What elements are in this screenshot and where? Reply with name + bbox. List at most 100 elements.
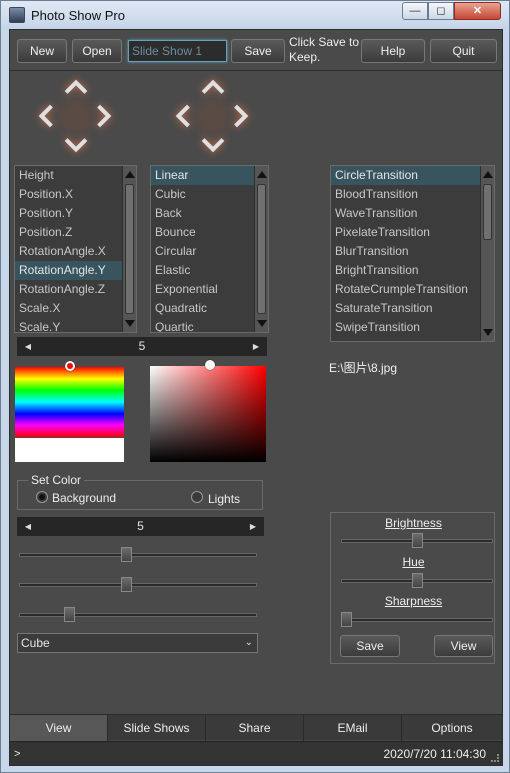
scroll-up-icon[interactable] xyxy=(125,171,135,178)
transition-item[interactable]: BloodTransition xyxy=(331,185,494,204)
toolbar-divider xyxy=(10,70,502,71)
app-window: Photo Show Pro — ◻ ✕ New Open Save Click… xyxy=(0,0,510,773)
background-radio-label: Background xyxy=(52,491,117,505)
hue-label: Hue xyxy=(402,555,425,569)
brightness-label: Brightness xyxy=(385,516,442,530)
transition-item[interactable]: WaveTransition xyxy=(331,204,494,223)
app-icon xyxy=(9,7,25,23)
sharpness-slider[interactable] xyxy=(341,610,493,630)
scroll-up-icon[interactable] xyxy=(483,171,493,178)
scroll-down-icon[interactable] xyxy=(257,320,267,327)
easing-item[interactable]: Quartic xyxy=(151,318,268,332)
color-preview xyxy=(15,438,124,462)
easing-item[interactable]: Exponential xyxy=(151,280,268,299)
bottom-tab-bar: View Slide Shows Share EMail Options xyxy=(10,714,502,741)
slider-knob[interactable] xyxy=(64,607,75,622)
title-bar[interactable]: Photo Show Pro — ◻ ✕ xyxy=(1,1,509,29)
color-marker[interactable] xyxy=(205,360,215,370)
slider-knob[interactable] xyxy=(412,533,423,548)
background-radio[interactable] xyxy=(36,491,48,503)
easing-listbox[interactable]: Linear Cubic Back Bounce Circular Elastic Expo… xyxy=(150,165,269,333)
scroll-thumb[interactable] xyxy=(125,184,134,314)
scroll-down-icon[interactable] xyxy=(125,320,135,327)
hue-marker[interactable] xyxy=(65,361,75,371)
scroll-thumb[interactable] xyxy=(483,184,492,240)
tab-share[interactable]: Share xyxy=(206,715,304,741)
help-button[interactable]: Help xyxy=(361,39,425,63)
easing-item[interactable]: Back xyxy=(151,204,268,223)
property-item[interactable]: Height xyxy=(15,166,136,185)
property-item[interactable]: RotationAngle.Y xyxy=(15,261,136,280)
property-item[interactable]: Position.Z xyxy=(15,223,136,242)
easing-item[interactable]: Cubic xyxy=(151,185,268,204)
easing-item[interactable]: Quadratic xyxy=(151,299,268,318)
property-listbox[interactable]: Height Position.X Position.Y Position.Z Rota… xyxy=(14,165,137,333)
easing-scrollbar[interactable] xyxy=(254,166,268,332)
close-button[interactable]: ✕ xyxy=(454,2,501,20)
hue-slider[interactable] xyxy=(341,571,493,591)
value-stepper-top[interactable]: ◀ 5 ▶ xyxy=(17,337,267,356)
increment-icon[interactable]: ▶ xyxy=(249,337,263,356)
resize-grip-icon[interactable] xyxy=(491,754,499,762)
increment-icon[interactable]: ▶ xyxy=(246,517,260,536)
save-button[interactable]: Save xyxy=(231,39,285,63)
property-item[interactable]: Position.X xyxy=(15,185,136,204)
slider-2[interactable] xyxy=(19,575,257,595)
scroll-up-icon[interactable] xyxy=(257,171,267,178)
slider-knob[interactable] xyxy=(341,612,352,627)
main-panel: New Open Save Click Save to Keep. Help Q… xyxy=(9,29,503,766)
new-button[interactable]: New xyxy=(17,39,67,63)
slider-1[interactable] xyxy=(19,545,257,565)
transition-scrollbar[interactable] xyxy=(480,166,494,341)
transition-item[interactable]: RotateCrumpleTransition xyxy=(331,280,494,299)
status-datetime: 2020/7/20 11:04:30 xyxy=(383,747,486,761)
easing-item[interactable]: Circular xyxy=(151,242,268,261)
slider-track xyxy=(19,583,257,587)
tab-view[interactable]: View xyxy=(10,715,108,741)
open-button[interactable]: Open xyxy=(72,39,122,63)
lights-radio[interactable] xyxy=(191,491,203,503)
minimize-button[interactable]: — xyxy=(402,2,428,20)
hue-spectrum[interactable] xyxy=(15,367,124,437)
slider-knob[interactable] xyxy=(412,573,423,588)
tab-slide-shows[interactable]: Slide Shows xyxy=(108,715,206,741)
decrement-icon[interactable]: ◀ xyxy=(21,337,35,356)
brightness-slider[interactable] xyxy=(341,531,493,551)
tab-email[interactable]: EMail xyxy=(304,715,402,741)
slider-track xyxy=(341,618,493,622)
decrement-icon[interactable]: ◀ xyxy=(21,517,35,536)
transition-listbox[interactable]: CircleTransition BloodTransition WaveTrans… xyxy=(330,165,495,342)
easing-item[interactable]: Bounce xyxy=(151,223,268,242)
transition-item[interactable]: SaturateTransition xyxy=(331,299,494,318)
property-item[interactable]: Scale.Y xyxy=(15,318,136,332)
scroll-thumb[interactable] xyxy=(257,184,266,314)
transition-item[interactable]: BlurTransition xyxy=(331,242,494,261)
transition-item[interactable]: PixelateTransition xyxy=(331,223,494,242)
tab-options[interactable]: Options xyxy=(402,715,502,741)
maximize-button[interactable]: ◻ xyxy=(428,2,454,20)
property-item[interactable]: Position.Y xyxy=(15,204,136,223)
adjust-view-button[interactable]: View xyxy=(434,635,493,657)
slider-3[interactable] xyxy=(19,605,257,625)
transition-item[interactable]: SwipeTransition xyxy=(331,318,494,337)
quit-button[interactable]: Quit xyxy=(430,39,497,63)
window-title: Photo Show Pro xyxy=(31,8,125,23)
transition-item[interactable]: BrightTransition xyxy=(331,261,494,280)
scroll-down-icon[interactable] xyxy=(483,329,493,336)
property-item[interactable]: RotationAngle.X xyxy=(15,242,136,261)
slideshow-name-input[interactable] xyxy=(128,40,227,62)
file-path-label: E:\图片\8.jpg xyxy=(329,361,398,375)
value-stepper-bottom[interactable]: ◀ 5 ▶ xyxy=(17,517,264,536)
property-item[interactable]: Scale.X xyxy=(15,299,136,318)
save-hint-text: Click Save to Keep. xyxy=(289,35,360,64)
easing-item[interactable]: Linear xyxy=(151,166,268,185)
saturation-value-picker[interactable] xyxy=(150,366,266,462)
adjust-save-button[interactable]: Save xyxy=(340,635,400,657)
slider-knob[interactable] xyxy=(121,577,132,592)
slider-knob[interactable] xyxy=(121,547,132,562)
transition-item[interactable]: CircleTransition xyxy=(331,166,494,185)
easing-item[interactable]: Elastic xyxy=(151,261,268,280)
property-scrollbar[interactable] xyxy=(122,166,136,332)
property-item[interactable]: RotationAngle.Z xyxy=(15,280,136,299)
shape-select[interactable]: Cube ⌄ xyxy=(17,633,258,653)
